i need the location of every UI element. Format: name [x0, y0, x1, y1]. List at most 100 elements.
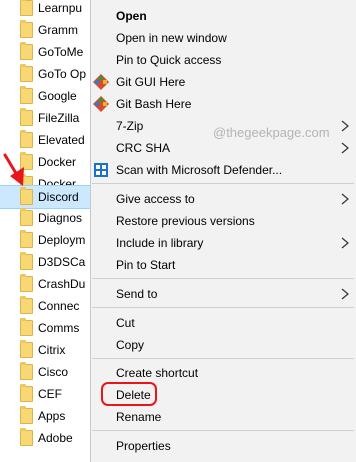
menu-item-pin-quick-access[interactable]: Pin to Quick access [91, 49, 356, 71]
menu-label: Git GUI Here [116, 75, 186, 89]
folder-item[interactable]: Deploym [0, 229, 90, 251]
folder-name: CrashDu [38, 277, 86, 291]
menu-item-properties[interactable]: Properties [91, 435, 356, 457]
folder-icon [20, 252, 33, 270]
folder-icon [20, 318, 33, 336]
folder-item[interactable]: Gramm [0, 19, 90, 41]
folder-item[interactable]: Google [0, 85, 90, 107]
folder-icon [20, 274, 33, 292]
folder-item[interactable]: Adobe [0, 427, 90, 449]
chevron-right-icon [341, 193, 349, 205]
folder-icon [20, 362, 33, 380]
folder-name: Citrix [38, 343, 66, 357]
folder-item[interactable]: Cisco [0, 361, 90, 383]
chevron-right-icon [341, 288, 349, 300]
folder-item[interactable]: Connec [0, 295, 90, 317]
folder-name: Elevated [38, 133, 85, 147]
folder-item[interactable]: Diagnos [0, 207, 90, 229]
menu-item-open-new-window[interactable]: Open in new window [91, 27, 356, 49]
folder-name: Deploym [38, 233, 86, 247]
folder-icon [20, 187, 33, 205]
menu-label: Give access to [116, 192, 195, 206]
folder-item-selected[interactable]: Discord [0, 185, 91, 209]
menu-label: Scan with Microsoft Defender... [116, 163, 283, 177]
folder-item[interactable]: FileZilla [0, 107, 90, 129]
menu-label: Open [116, 9, 147, 23]
menu-item-cut[interactable]: Cut [91, 312, 356, 334]
folder-item[interactable]: Comms [0, 317, 90, 339]
menu-label: Copy [116, 338, 145, 352]
folder-item[interactable]: CEF [0, 383, 90, 405]
menu-item-crc-sha[interactable]: CRC SHA [91, 137, 356, 159]
folder-item[interactable]: GoTo Op [0, 63, 90, 85]
folder-icon [20, 86, 33, 104]
menu-item-rename[interactable]: Rename [91, 406, 356, 428]
folder-icon [20, 428, 33, 446]
menu-label: Git Bash Here [116, 97, 192, 111]
menu-item-include-library[interactable]: Include in library [91, 232, 356, 254]
folder-list: Learnpu Gramm GoToMe GoTo Op Google File… [0, 0, 91, 462]
menu-label: Restore previous versions [116, 214, 255, 228]
folder-icon [20, 406, 33, 424]
folder-icon [20, 42, 33, 60]
menu-item-git-gui[interactable]: Git GUI Here [91, 71, 356, 93]
watermark-text: @thegeekpage.com [213, 125, 330, 140]
folder-name: CEF [38, 387, 62, 401]
folder-name: Diagnos [38, 211, 83, 225]
folder-name: GoToMe [38, 45, 84, 59]
chevron-right-icon [341, 142, 349, 154]
folder-icon [20, 296, 33, 314]
menu-separator [92, 307, 354, 308]
menu-label: CRC SHA [116, 141, 171, 155]
menu-label: Include in library [116, 236, 204, 250]
menu-item-copy[interactable]: Copy [91, 334, 356, 356]
menu-separator [92, 358, 354, 359]
folder-item[interactable]: Learnpu [0, 0, 90, 19]
folder-name: Google [38, 89, 77, 103]
menu-label: Pin to Quick access [116, 53, 222, 67]
menu-item-send-to[interactable]: Send to [91, 283, 356, 305]
git-bash-icon [93, 96, 109, 112]
menu-item-give-access[interactable]: Give access to [91, 188, 356, 210]
folder-name: Learnpu [38, 1, 83, 15]
folder-item[interactable]: Apps [0, 405, 90, 427]
defender-shield-icon [94, 163, 108, 177]
folder-item[interactable]: D3DSCa [0, 251, 90, 273]
git-gui-icon [93, 74, 109, 90]
folder-icon [20, 64, 33, 82]
folder-item[interactable]: Citrix [0, 339, 90, 361]
folder-name: Gramm [38, 23, 78, 37]
menu-item-scan-defender[interactable]: Scan with Microsoft Defender... [91, 159, 356, 181]
folder-item[interactable]: CrashDu [0, 273, 90, 295]
menu-item-pin-start[interactable]: Pin to Start [91, 254, 356, 276]
menu-item-restore-versions[interactable]: Restore previous versions [91, 210, 356, 232]
menu-label: Pin to Start [116, 258, 176, 272]
folder-icon [20, 20, 33, 38]
chevron-right-icon [341, 237, 349, 249]
folder-name: Adobe [38, 431, 73, 445]
red-arrow-annotation [3, 153, 24, 186]
menu-separator [92, 430, 354, 431]
menu-separator [92, 183, 354, 184]
folder-name: GoTo Op [38, 67, 87, 81]
menu-label: Send to [116, 287, 158, 301]
menu-separator [92, 278, 354, 279]
folder-name: Comms [38, 321, 80, 335]
folder-item[interactable]: GoToMe [0, 41, 90, 63]
menu-label: Create shortcut [116, 366, 199, 380]
menu-item-git-bash[interactable]: Git Bash Here [91, 93, 356, 115]
folder-name: Cisco [38, 365, 69, 379]
folder-item[interactable]: Elevated [0, 129, 90, 151]
menu-label: Properties [116, 439, 171, 453]
menu-item-create-shortcut[interactable]: Create shortcut [91, 362, 356, 384]
folder-icon [20, 384, 33, 402]
menu-label: Cut [116, 316, 135, 330]
menu-label: 7-Zip [116, 119, 144, 133]
menu-label: Rename [116, 410, 162, 424]
folder-name: D3DSCa [38, 255, 86, 269]
chevron-right-icon [341, 120, 349, 132]
delete-highlight-annotation [101, 382, 157, 406]
folder-icon [20, 340, 33, 358]
folder-icon [20, 130, 33, 148]
menu-item-open[interactable]: Open [91, 5, 356, 27]
